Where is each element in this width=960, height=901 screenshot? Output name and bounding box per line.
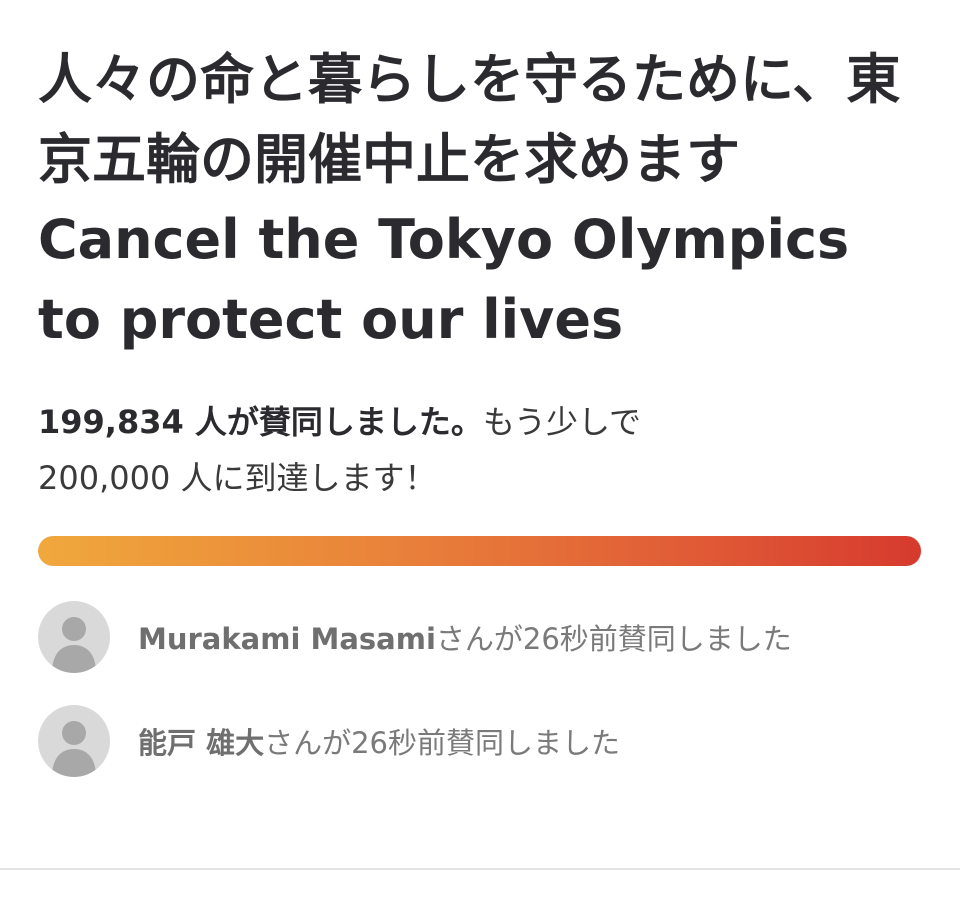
recent-supporters-list: Murakami Masamiさんが26秒前賛同しました 能戸 雄大さんが26秒…: [38, 600, 922, 778]
supporter-text: Murakami Masamiさんが26秒前賛同しました: [138, 616, 792, 658]
signature-progress-fill: [38, 536, 922, 566]
goal-text-line2: 200,000 人に到達します！: [38, 459, 437, 497]
avatar-placeholder-icon: [38, 705, 110, 777]
supporter-name: Murakami Masami: [138, 622, 436, 656]
supporter-name: 能戸 雄大: [138, 726, 265, 760]
signature-stats: 199,834 人が賛同しました。もう少しで 200,000 人に到達します！: [38, 394, 918, 506]
supporter-item: Murakami Masamiさんが26秒前賛同しました: [38, 600, 922, 674]
avatar-placeholder-icon: [38, 601, 110, 673]
supporter-action: さんが26秒前賛同しました: [435, 622, 792, 656]
supporter-action: さんが26秒前賛同しました: [264, 726, 621, 760]
goal-text-line1: もう少しで: [482, 403, 641, 441]
signature-progress-bar: [38, 536, 922, 566]
supporter-item: 能戸 雄大さんが26秒前賛同しました: [38, 704, 922, 778]
petition-page: 人々の命と暮らしを守るために、東京五輪の開催中止を求めます Cancel the…: [0, 0, 960, 901]
supporter-text: 能戸 雄大さんが26秒前賛同しました: [138, 720, 620, 762]
signature-count: 199,834 人が賛同しました。: [38, 403, 483, 441]
bottom-divider: [0, 868, 960, 870]
petition-title: 人々の命と暮らしを守るために、東京五輪の開催中止を求めます Cancel the…: [38, 48, 901, 351]
